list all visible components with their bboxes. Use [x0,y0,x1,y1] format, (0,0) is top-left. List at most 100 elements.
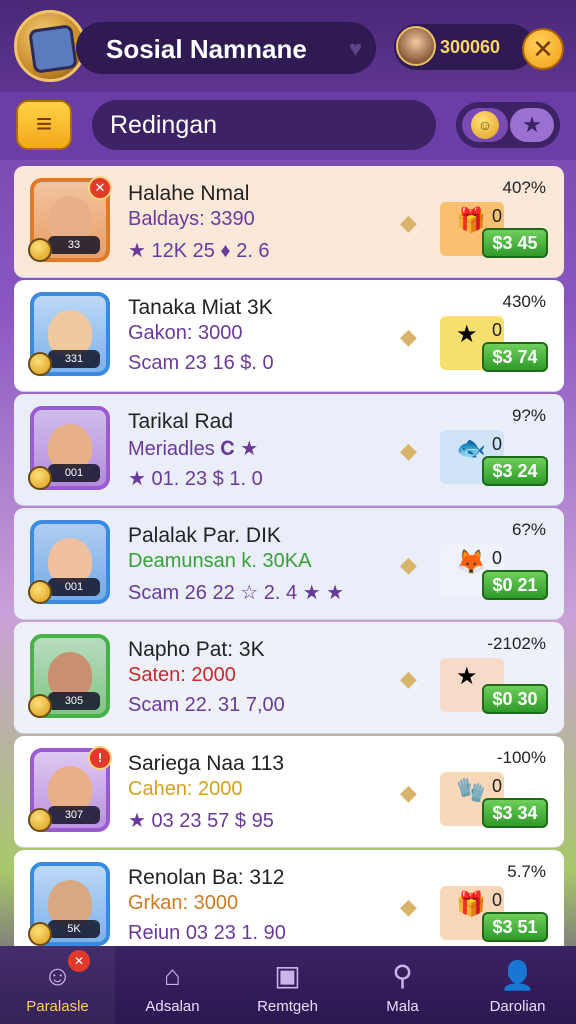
diamond-icon: ◆ [400,438,417,463]
chart-icon: ▣ [274,960,301,991]
reward-icon: 🎁 [456,207,486,234]
app-title: Sosial Namnane [106,34,307,64]
player-stats: ★ 01. 23 $ 1. 0 [128,468,263,490]
nav-notification-badge: ✕ [68,950,90,972]
player-name: Napho Pat: 3K [128,638,265,661]
reward-count: 0 [492,890,503,910]
player-subtitle: Grkan: 3000 [128,892,239,914]
player-subtitle: Baldays: 3390 [128,208,255,230]
player-level: 5K [48,920,100,938]
diamond-icon: ◆ [400,552,417,577]
price-button[interactable]: $0 30 [482,684,548,714]
reward-icon: ★ [456,321,478,348]
reward-count: 0 [492,434,503,454]
player-name: Sariega Naa 113 [128,752,285,775]
price-button[interactable]: $3 45 [482,228,548,258]
nav-item-paralasle[interactable]: ☺ ✕ Paralasle [0,946,115,1024]
reward-count: 0 [492,776,503,796]
rank-badge-icon [28,466,52,490]
reward-count: 0 [492,548,503,568]
rank-badge-icon [28,808,52,832]
diamond-icon: ◆ [400,780,417,805]
player-avatar[interactable]: 331 [28,292,110,376]
player-level: 307 [48,806,100,824]
player-subtitle: Gakon: 3000 [128,322,243,344]
rank-badge-icon [28,352,52,376]
rank-badge-icon [28,238,52,262]
progress-percent: 430% [502,292,546,311]
bottom-nav: ☺ ✕ Paralasle ⌂ Adsalan ▣ Remtgeh ⚲ Mala 👤 Darolia… [0,946,576,1024]
nav-item-adsalan[interactable]: ⌂ Adsalan [115,946,230,1024]
view-toggle: ☺ ★ [456,102,560,148]
player-level: 331 [48,350,100,368]
close-button[interactable]: ✕ [522,28,564,70]
top-bar: Sosial Namnane ♥ 300060 ✕ [0,0,576,92]
reward-icon: ★ [456,663,478,690]
notification-badge[interactable]: ✕ [88,176,112,200]
nav-label: Darolian [489,998,546,1015]
section-title-pill: Redingan [92,100,436,150]
player-name: Tarikal Rad [128,410,234,433]
rank-badge-icon [28,694,52,718]
player-avatar[interactable]: 001 [28,406,110,490]
user-avatar[interactable] [396,26,436,66]
profile-icon: 👤 [500,960,535,991]
diamond-icon: ◆ [400,666,417,691]
price-button[interactable]: $3 51 [482,912,548,942]
progress-percent: -100% [496,748,546,767]
price-button[interactable]: $3 74 [482,342,548,372]
player-level: 001 [48,578,100,596]
menu-button[interactable]: ≡ [16,100,72,150]
player-name: Palalak Par. DIK [128,524,281,547]
nav-item-darolian[interactable]: 👤 Darolian [460,946,575,1024]
player-name: Halahe Nmal [128,182,250,205]
list-item[interactable]: 001 Tarikal Rad Meriadles 𝐂 ★ ★ 01. 23 $ 1.… [14,394,564,506]
reward-icon: 🐟 [456,435,486,462]
player-avatar[interactable]: 001 [28,520,110,604]
progress-percent: 5.7% [507,862,546,881]
player-name: Tanaka Miat 3K [128,296,273,319]
heart-icon[interactable]: ♥ [349,36,362,62]
player-list[interactable]: 33 ✕ Halahe Nmal Baldays: 3390 ★ 12K 25 ♦ 2.… [14,166,564,946]
title-pill: Sosial Namnane ♥ [76,22,376,74]
player-avatar[interactable]: 33 ✕ [28,176,112,262]
nav-label: Remtgeh [257,998,318,1015]
price-button[interactable]: $3 24 [482,456,548,486]
nav-item-remtgeh[interactable]: ▣ Remtgeh [230,946,345,1024]
nav-label: Paralasle [26,998,89,1015]
list-item[interactable]: 33 ✕ Halahe Nmal Baldays: 3390 ★ 12K 25 ♦ 2.… [14,166,564,278]
player-subtitle: Deamunsan k. 30KA [128,550,312,572]
notification-badge[interactable]: ! [88,746,112,770]
coin-amount: 300060 [440,37,501,57]
reward-icon: 🦊 [456,549,486,576]
player-level: 33 [48,236,100,254]
player-stats: Scam 26 22 ☆ 2. 4 ★ ★ [128,582,345,604]
player-stats: Scam 22. 31 7,00 [128,694,285,716]
toggle-coins[interactable]: ☺ [462,108,508,142]
player-avatar[interactable]: 5K [28,862,110,946]
player-stats: Scam 23 16 $. 0 [128,352,274,374]
player-level: 305 [48,692,100,710]
list-item[interactable]: 5K Renolan Ba: 312 Grkan: 3000 Reiun 03 23 … [14,850,564,946]
list-item[interactable]: 305 Napho Pat: 3K Saten: 2000 Scam 22. 31 7… [14,622,564,734]
list-item[interactable]: 307! Sariega Naa 113 Cahen: 2000 ★ 03 23 57… [14,736,564,848]
list-item[interactable]: 331 Tanaka Miat 3K Gakon: 3000 Scam 23 16 $… [14,280,564,392]
coin-balance[interactable]: 300060 [394,24,534,70]
coin-icon: ☺ [471,111,499,139]
nav-item-mala[interactable]: ⚲ Mala [345,946,460,1024]
rank-badge-icon [28,922,52,946]
price-button[interactable]: $0 21 [482,570,548,600]
player-level: 001 [48,464,100,482]
player-name: Renolan Ba: 312 [128,866,285,889]
progress-percent: -2102% [487,634,546,653]
player-avatar[interactable]: 305 [28,634,110,718]
player-avatar[interactable]: 307! [28,746,112,832]
player-subtitle: Meriadles 𝐂 ★ [128,438,259,460]
star-icon[interactable]: ★ [510,108,554,142]
progress-percent: 40?% [502,178,546,197]
price-button[interactable]: $3 34 [482,798,548,828]
list-item[interactable]: 001 Palalak Par. DIK Deamunsan k. 30KA Scam… [14,508,564,620]
player-stats: ★ 03 23 57 $ 95 [128,810,274,832]
logo-emblem-icon [28,24,78,74]
rank-badge-icon [28,580,52,604]
